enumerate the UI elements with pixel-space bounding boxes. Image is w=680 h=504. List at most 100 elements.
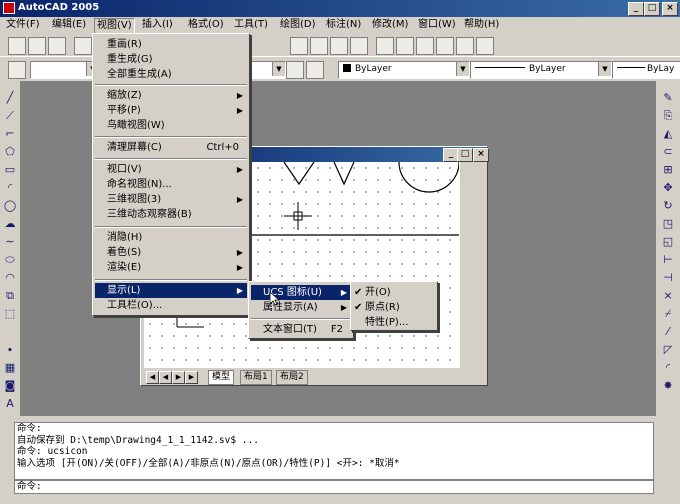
new-file-icon[interactable] <box>8 37 26 55</box>
fillet-icon[interactable]: ◜ <box>661 361 675 375</box>
scale-icon[interactable]: ◳ <box>661 217 675 231</box>
menu-file[interactable]: 文件(F) <box>4 18 42 32</box>
menu-item-hide[interactable]: 消隐(H) <box>95 230 247 245</box>
menu-item-ucs-on[interactable]: ✔ 开(O) <box>353 285 435 300</box>
linetype-control[interactable]: ByLayer ▼ <box>470 61 612 79</box>
menu-format[interactable]: 格式(O) <box>186 18 226 32</box>
polygon-icon[interactable]: ⬠ <box>3 145 17 159</box>
tab-next-button[interactable]: ▶ <box>172 371 185 384</box>
layer-combo-tail[interactable]: ▼ <box>250 61 286 79</box>
print-icon[interactable] <box>74 37 92 55</box>
menu-insert[interactable]: 插入(I) <box>140 18 175 32</box>
chamfer-icon[interactable]: ◸ <box>661 343 675 357</box>
design-center-icon[interactable] <box>396 37 414 55</box>
menu-item-toolbars[interactable]: 工具栏(O)... <box>95 298 247 313</box>
tool-palettes-icon[interactable] <box>416 37 434 55</box>
lineweight-control[interactable]: ByLay <box>612 61 680 79</box>
stretch-icon[interactable]: ◱ <box>661 235 675 249</box>
menu-item-named-views[interactable]: 命名视图(N)... <box>95 177 247 192</box>
maximize-button[interactable]: □ <box>644 2 660 16</box>
tab-layout1[interactable]: 布局1 <box>240 370 272 385</box>
layer-manager-icon[interactable] <box>8 61 26 79</box>
tab-first-button[interactable]: ◀ <box>146 371 159 384</box>
menu-view[interactable]: 视图(V) <box>94 18 135 34</box>
menu-item-ucs-icon[interactable]: UCS 图标(U) ▶ <box>251 285 351 300</box>
menu-item-viewports[interactable]: 视口(V) ▶ <box>95 162 247 177</box>
command-input[interactable]: 命令: <box>14 480 654 494</box>
rectangle-icon[interactable]: ▭ <box>3 163 17 177</box>
insert-block-icon[interactable]: ⧉ <box>3 289 17 303</box>
menu-item-3d-orbit[interactable]: 三维动态观察器(B) <box>95 207 247 222</box>
pan-icon[interactable] <box>290 37 308 55</box>
sheet-set-icon[interactable] <box>436 37 454 55</box>
color-control[interactable]: ByLayer ▼ <box>338 61 470 79</box>
move-icon[interactable]: ✥ <box>661 181 675 195</box>
menu-item-ucs-properties[interactable]: 特性(P)... <box>353 315 435 330</box>
menu-tools[interactable]: 工具(T) <box>232 18 270 32</box>
copy-icon[interactable]: ⎘ <box>661 109 675 123</box>
menu-edit[interactable]: 编辑(E) <box>50 18 88 32</box>
layer-combo[interactable]: ▼ <box>30 61 100 79</box>
close-button[interactable]: × <box>662 2 678 16</box>
menu-item-shade[interactable]: 着色(S) ▶ <box>95 245 247 260</box>
rotate-icon[interactable]: ↻ <box>661 199 675 213</box>
open-file-icon[interactable] <box>28 37 46 55</box>
menu-item-attribute-display[interactable]: 属性显示(A) ▶ <box>251 300 351 315</box>
markup-icon[interactable] <box>456 37 474 55</box>
trim-icon[interactable]: ⊢ <box>661 253 675 267</box>
menu-item-display[interactable]: 显示(L) ▶ <box>95 283 247 298</box>
menu-item-regen[interactable]: 重生成(G) <box>95 52 247 67</box>
polyline-icon[interactable]: ⌐ <box>3 127 17 141</box>
revision-cloud-icon[interactable]: ☁ <box>3 217 17 231</box>
zoom-realtime-icon[interactable] <box>310 37 328 55</box>
construction-line-icon[interactable]: ⟋ <box>3 109 17 123</box>
menu-item-clean-screen[interactable]: 清理屏幕(C) Ctrl+0 <box>95 140 247 155</box>
autocad-app-icon[interactable] <box>3 2 15 14</box>
arc-icon[interactable]: ◜ <box>3 181 17 195</box>
explode-icon[interactable]: ✸ <box>661 379 675 393</box>
drawing-maximize-button[interactable]: □ <box>457 148 473 162</box>
properties-icon[interactable] <box>376 37 394 55</box>
help-icon[interactable] <box>476 37 494 55</box>
tab-last-button[interactable]: ▶ <box>185 371 198 384</box>
make-object-layer-current-icon[interactable] <box>286 61 304 79</box>
zoom-previous-icon[interactable] <box>350 37 368 55</box>
break-icon[interactable]: ⌿ <box>661 307 675 321</box>
join-icon[interactable]: ⁄ <box>661 325 675 339</box>
spline-icon[interactable]: ∼ <box>3 235 17 249</box>
menu-modify[interactable]: 修改(M) <box>370 18 410 32</box>
offset-icon[interactable]: ⊂ <box>661 145 675 159</box>
minimize-button[interactable]: _ <box>628 2 644 16</box>
tab-model[interactable]: 模型 <box>208 370 235 385</box>
menu-item-regen-all[interactable]: 全部重生成(A) <box>95 67 247 82</box>
circle-icon[interactable]: ◯ <box>3 199 17 213</box>
menu-item-render[interactable]: 渲染(E) ▶ <box>95 260 247 275</box>
hatch-icon[interactable]: ▦ <box>3 361 17 375</box>
menu-item-pan[interactable]: 平移(P) ▶ <box>95 103 247 118</box>
make-block-icon[interactable]: ⬚ <box>3 307 17 321</box>
line-icon[interactable]: ╱ <box>3 91 17 105</box>
mirror-icon[interactable]: ◭ <box>661 127 675 141</box>
vertical-scrollbar[interactable] <box>459 162 474 368</box>
drawing-close-button[interactable]: × <box>473 148 489 162</box>
tab-prev-button[interactable]: ◀ <box>159 371 172 384</box>
ellipse-arc-icon[interactable]: ◠ <box>3 271 17 285</box>
menu-item-zoom[interactable]: 缩放(Z) ▶ <box>95 88 247 103</box>
menu-item-redraw[interactable]: 重画(R) <box>95 37 247 52</box>
menu-item-text-window[interactable]: 文本窗口(T) F2 <box>251 322 351 337</box>
tab-layout2[interactable]: 布局2 <box>276 370 308 385</box>
array-icon[interactable]: ⊞ <box>661 163 675 177</box>
menu-dimension[interactable]: 标注(N) <box>324 18 363 32</box>
ellipse-icon[interactable]: ⬭ <box>3 253 17 267</box>
multiline-text-icon[interactable]: A <box>3 397 17 411</box>
layer-previous-icon[interactable] <box>306 61 324 79</box>
region-icon[interactable]: ◙ <box>3 379 17 393</box>
zoom-window-icon[interactable] <box>330 37 348 55</box>
menu-item-ucs-origin[interactable]: ✔ 原点(R) <box>353 300 435 315</box>
menu-item-3d-views[interactable]: 三维视图(3) ▶ <box>95 192 247 207</box>
menu-window[interactable]: 窗口(W) <box>416 18 458 32</box>
menu-draw[interactable]: 绘图(D) <box>278 18 318 32</box>
extend-icon[interactable]: ⊣ <box>661 271 675 285</box>
menu-item-aerial-view[interactable]: 鸟瞰视图(W) <box>95 118 247 133</box>
erase-icon[interactable]: ✎ <box>661 91 675 105</box>
